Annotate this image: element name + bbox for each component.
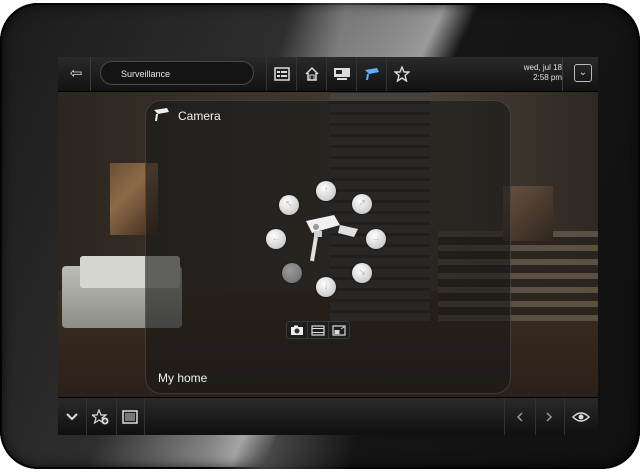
time-label: 2:58 pm [533,73,562,82]
bottom-bar [58,397,598,435]
page-title-field[interactable]: Surveillance [100,61,254,85]
ptz-down-right-button[interactable]: ↘ [352,263,372,283]
monitor-icon[interactable] [326,57,356,91]
panel-footer: My home [158,371,208,385]
screen: ⇦ Surveillance wed, jul 18 2:58 pm ⌄ Cam… [58,57,598,435]
separator [90,57,91,91]
top-bar: ⇦ Surveillance wed, jul 18 2:58 pm ⌄ [58,57,598,92]
snapshot-icon[interactable] [287,322,308,338]
prev-icon[interactable] [504,398,536,435]
list-icon[interactable] [266,57,296,91]
camera-icon[interactable] [356,57,386,91]
camera-panel: Camera ↑ ↗ → ↘ ↓ ← ↖ My home [145,100,511,394]
datetime: wed, jul 18 2:58 pm [524,63,562,83]
panel-title: Camera [178,109,221,123]
favorite-add-icon[interactable] [86,398,117,435]
ptz-up-button[interactable]: ↑ [316,181,336,201]
chevron-down-icon[interactable] [58,398,87,435]
back-arrow-icon[interactable]: ⇦ [66,65,86,83]
star-icon[interactable] [386,57,416,91]
mode-selector [286,321,350,339]
ptz-left-button[interactable]: ← [266,229,286,249]
window-icon[interactable] [116,398,145,435]
eye-icon[interactable] [564,398,598,435]
separator [562,57,563,91]
layout-icon[interactable] [329,322,349,338]
nav-icons [266,57,416,91]
next-icon[interactable] [534,398,565,435]
film-icon[interactable] [308,322,329,338]
camera-graphic [306,215,358,262]
home-icon[interactable] [296,57,326,91]
ptz-down-button[interactable]: ↓ [316,277,336,297]
date-label: wed, jul 18 [523,63,562,72]
panel-camera-icon [154,108,169,122]
page-title: Surveillance [121,69,171,79]
menu-chevron-icon[interactable]: ⌄ [574,64,592,82]
ptz-down-left-button[interactable] [282,263,302,283]
